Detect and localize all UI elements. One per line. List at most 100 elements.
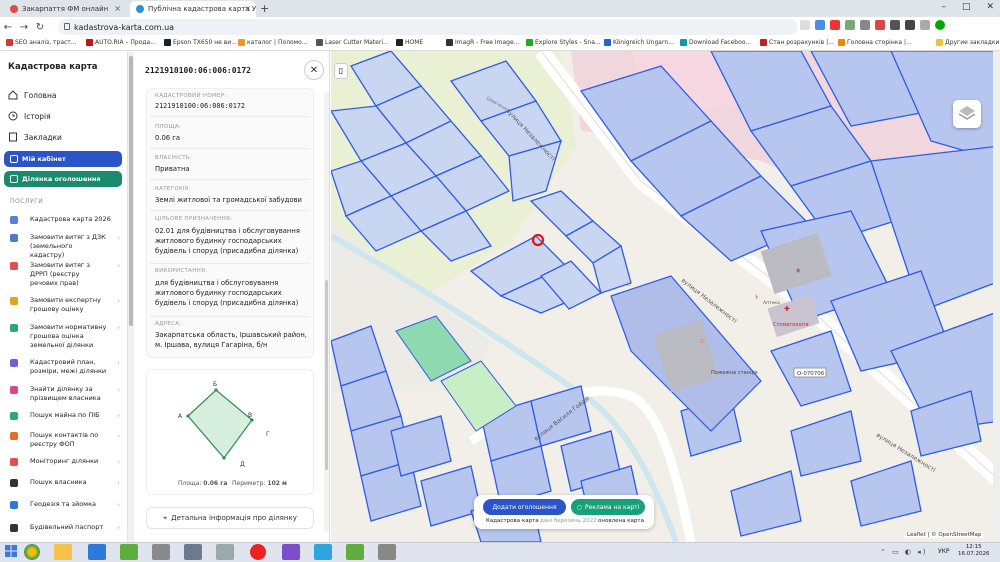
bookmark-item[interactable]: SEO аналіз, траст... [6,39,77,46]
service-property-search[interactable]: Пошук майна по ПІБ › [10,411,120,421]
panel-scroll-thumb[interactable] [325,280,328,470]
extension-icon[interactable] [800,20,810,30]
document-icon [10,262,18,270]
profile-avatar[interactable] [935,20,945,30]
extension-icon[interactable] [905,20,915,30]
extension-icon[interactable] [890,20,900,30]
shape-perimeter: Периметр: 102 м [232,480,287,487]
bookmark-item[interactable]: каталог | Поломо... [238,39,308,46]
browser-tab-kadastr[interactable]: Публічна кадастрова карта Укр × [130,1,256,17]
tab-close-icon[interactable]: × [244,4,251,13]
service-normative-valuation[interactable]: Замовити нормативну грошова оцінка земел… [10,323,120,350]
map-bookmark-button[interactable]: ▯ [334,63,348,79]
system-tray[interactable]: ⌃ ▭ ◐ ◂) [880,548,928,556]
service-expert-valuation[interactable]: Замовити експертну грошову оцінку › [10,296,120,316]
chevron-right-icon: › [117,324,120,332]
taskbar-clock[interactable]: 12:15 16.07.2026 [958,544,990,558]
service-cadastral-plan[interactable]: Кадастровий план, розміри, межі ділянки › [10,358,120,378]
address-value: Закарпатська область, Іршавський район, … [155,331,307,349]
bookmark-item[interactable]: AUTO.RIA – Прода... [86,39,156,46]
bookmark-icon: ▯ [338,66,344,75]
app-taskbar-icon[interactable] [152,544,170,560]
service-monitoring[interactable]: Моніторинг ділянки › [10,457,120,467]
bookmark-item[interactable]: HOME [396,39,423,46]
extension-icon[interactable] [815,20,825,30]
service-find-by-owner[interactable]: Знайти ділянку за прізвищем власника › [10,385,120,405]
other-bookmarks[interactable]: Другие закладки [936,39,999,46]
sidebar-scroll-thumb[interactable] [129,56,133,326]
viber-taskbar-icon[interactable] [282,544,300,560]
service-owner-search[interactable]: Пошук власника › [10,478,120,488]
tab-close-icon[interactable]: × [114,4,121,13]
cadastral-map[interactable]: вулиця Незалежності вулиця Незалежності … [331,51,1000,542]
extension-icon[interactable] [875,20,885,30]
bookmark-item[interactable]: ImagR - Free Image... [446,39,519,46]
close-window-icon[interactable]: ✕ [986,2,994,12]
map-update-date: дані березень 2022 [540,518,597,524]
area-value: 0.06 га [155,134,181,142]
page-scrollbar[interactable] [993,51,1000,542]
ownership-value: Приватна [155,165,190,173]
close-panel-button[interactable]: ✕ [304,60,324,80]
url-input[interactable]: kadastrova-karta.com.ua [58,19,798,35]
app-taskbar-icon[interactable] [346,544,364,560]
shape-area: Площа: 0.06 га [178,480,228,487]
map-attribution[interactable]: Leaflet | © OpenStreetMap [905,532,984,538]
app-taskbar-icon[interactable] [184,544,202,560]
app-taskbar-icon[interactable] [216,544,234,560]
area-label: ПЛОЩА: [155,124,182,130]
forward-icon[interactable]: → [16,22,32,33]
bookmark-item[interactable]: Download Faceboo... [680,39,751,46]
language-indicator[interactable]: УКР [938,548,950,555]
extension-icon[interactable] [845,20,855,30]
minimize-icon[interactable]: – [941,2,946,12]
chrome-taskbar-icon[interactable] [24,544,40,560]
chevron-right-icon: › [117,501,120,509]
advertise-on-map-button[interactable]: ○ Реклама на карті [571,499,645,515]
detail-info-button[interactable]: ⌖ Детальна інформація про ділянку [146,507,314,529]
telegram-taskbar-icon[interactable] [314,544,332,560]
service-fop-contacts[interactable]: Пошук контактів по реєстру ФОП › [10,431,120,451]
bookmark-item[interactable]: Laser Cutter Materi... [316,39,389,46]
back-icon[interactable]: ← [0,22,16,33]
browser-tab-zakarpattia-fm[interactable]: Закарпаття ФМ онлайн × [4,1,126,17]
sidebar-item-bookmarks[interactable]: Закладки [8,132,62,142]
app-taskbar-icon[interactable] [378,544,396,560]
extension-icon[interactable] [830,20,840,30]
dentist-icon: ✚ [784,305,790,313]
address-label: АДРЕСА: [155,321,182,327]
bookmark-item[interactable]: Головна сторінка |... [838,39,912,46]
my-cabinet-button[interactable]: Мій кабінет [4,151,122,167]
service-building-passport[interactable]: Будівельний паспорт › [10,523,120,533]
chevron-right-icon: › [117,432,120,440]
parcel-polygon [187,389,253,459]
extension-icon[interactable] [860,20,870,30]
document-icon [10,234,18,242]
chevron-right-icon: › [117,297,120,305]
reload-icon[interactable]: ↻ [32,22,48,33]
windows-start-icon[interactable] [4,544,18,558]
explorer-taskbar-icon[interactable] [54,544,72,560]
opera-taskbar-icon[interactable] [250,544,266,560]
service-dzk-extract[interactable]: Замовити витяг з ДЗК (земельного кадастр… [10,233,120,259]
bookmark-item[interactable]: Epson TX650 не ви... [164,39,237,46]
sidebar-item-history[interactable]: Історія [8,111,51,121]
app-taskbar-icon[interactable] [120,544,138,560]
chevron-right-icon: › [117,458,120,466]
service-cadastral-map-2026[interactable]: Кадастрова карта 2026 [10,215,120,225]
maximize-icon[interactable]: □ [962,2,971,12]
add-ad-button[interactable]: Додати оголошення [483,499,566,515]
sidebar-item-home[interactable]: Головна [8,90,56,100]
bookmark-item[interactable]: Königreich Ungarn... [604,39,674,46]
ie-taskbar-icon[interactable] [88,544,106,560]
new-tab-button[interactable]: + [260,2,269,15]
bookmark-item[interactable]: Стан розрахунків |... [760,39,834,46]
layers-button[interactable] [953,100,981,128]
bookmark-item[interactable]: Explore Styles - Sna... [526,39,601,46]
map-canvas[interactable]: вулиця Незалежності вулиця Незалежності … [331,51,1000,542]
parcel-ads-button[interactable]: Ділянка оголошення [4,171,122,187]
ruler-icon [10,359,18,367]
service-drrp-extract[interactable]: Замовити витяг з ДРРП (реєстру речових п… [10,261,120,288]
extension-icon[interactable] [920,20,930,30]
service-geodesy[interactable]: Геодезія та зйомка › [10,500,120,510]
